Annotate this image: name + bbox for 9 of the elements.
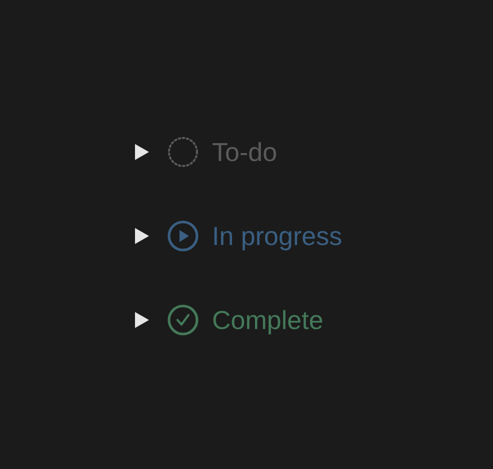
expand-toggle[interactable]	[134, 227, 150, 245]
expand-toggle[interactable]	[134, 143, 150, 161]
group-label: In progress	[212, 220, 342, 252]
check-circle-icon	[167, 304, 199, 336]
expand-toggle[interactable]	[134, 311, 150, 329]
group-label: Complete	[212, 304, 324, 336]
group-label: To-do	[212, 136, 278, 168]
dotted-circle-icon	[167, 136, 199, 168]
play-circle-icon	[167, 220, 199, 252]
